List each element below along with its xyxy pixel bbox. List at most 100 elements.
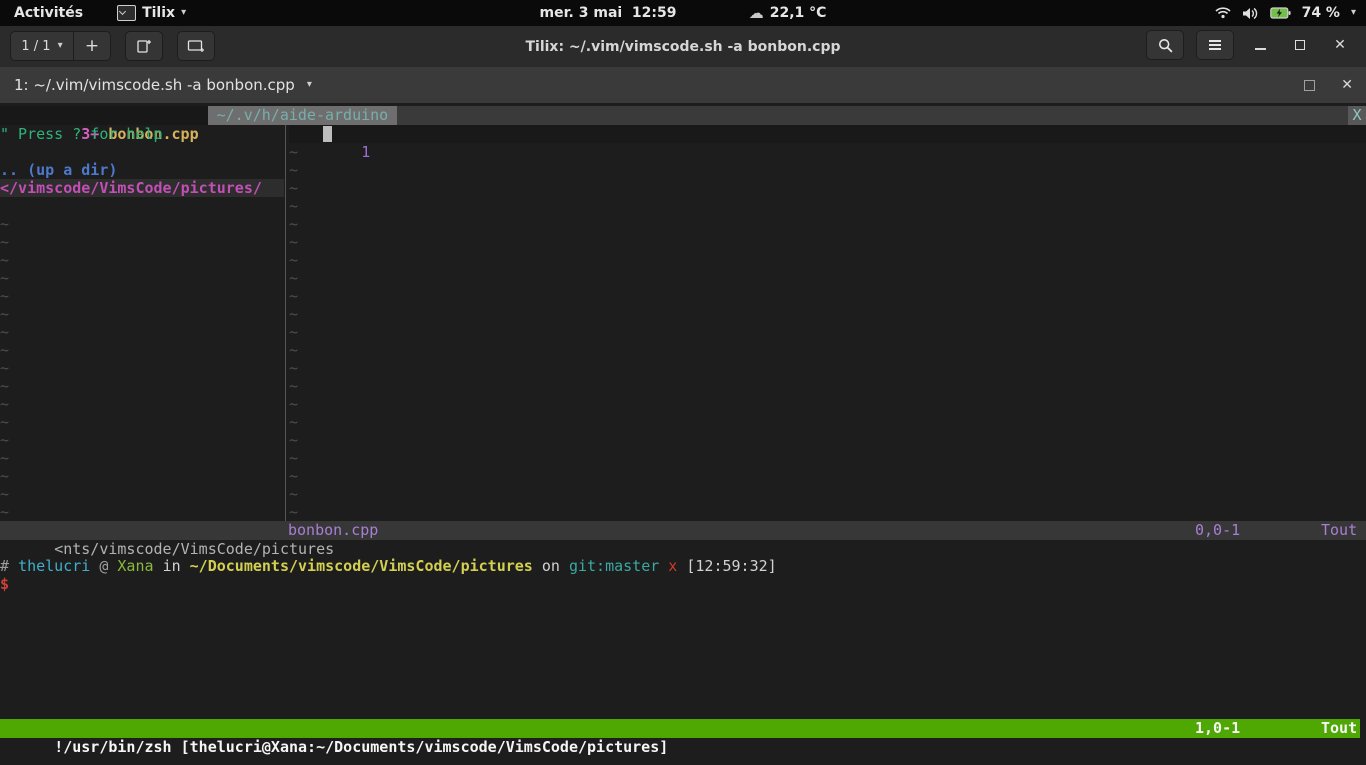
vim-window-separator[interactable] — [285, 125, 286, 521]
tilde-line: ~ — [0, 467, 284, 485]
terminal-title-label: 1: ~/.vim/vimscode.sh -a bonbon.cpp — [14, 76, 295, 94]
session-switcher-button[interactable]: 1 / 1 ▾ — [10, 31, 74, 61]
tilde-line: ~ — [0, 449, 284, 467]
vim-tab-inactive[interactable]: ~/.v/h/aide-arduino — [208, 106, 398, 125]
vim-tabline-fill — [397, 106, 1348, 125]
terminal-title-bar: 1: ~/.vim/vimscode.sh -a bonbon.cpp ▾ ✕ — [0, 67, 1366, 103]
activities-button[interactable]: Activités — [14, 5, 83, 21]
prompt-at: @ — [99, 557, 108, 575]
tilde-line: ~ — [289, 305, 1366, 323]
tilde-line: ~ — [0, 503, 284, 521]
tilde-line: ~ — [289, 143, 1366, 161]
gnome-top-bar: Activités Tilix ▾ mer. 3 mai 12:59 ☁! 22… — [0, 0, 1366, 26]
prompt-username: thelucri — [18, 557, 90, 575]
tilix-headerbar: 1 / 1 ▾ + Tilix: ~/.vim/vimscode.sh -a b… — [0, 26, 1366, 68]
tilde-line: ~ — [289, 179, 1366, 197]
minimize-button[interactable] — [1246, 31, 1274, 59]
tilde-line: ~ — [289, 413, 1366, 431]
tilde-line: ~ — [0, 341, 284, 359]
terminal-statusline-scroll: Tout — [1321, 719, 1357, 738]
split-down-icon — [187, 38, 205, 54]
tilde-line: ~ — [289, 503, 1366, 521]
minimize-icon — [1255, 48, 1266, 50]
nerdtree-root[interactable]: </vimscode/VimsCode/pictures/ — [0, 179, 284, 197]
prompt-hash: # — [0, 557, 9, 575]
maximize-terminal-button[interactable] — [1304, 80, 1315, 91]
split-terminal-right-button[interactable] — [125, 31, 163, 61]
prompt-hostname: Xana — [117, 557, 153, 575]
restore-button[interactable] — [1286, 31, 1314, 59]
tilde-line: ~ — [0, 305, 284, 323]
terminal-statusline-text: !/usr/bin/zsh [thelucri@Xana:~/Documents… — [54, 738, 668, 756]
statusline-scroll-position: Tout — [1321, 521, 1357, 540]
prompt-in-word: in — [163, 557, 181, 575]
volume-icon — [1242, 7, 1259, 20]
blank-line — [0, 197, 284, 215]
split-right-icon — [136, 38, 152, 54]
chevron-down-icon: ▾ — [58, 41, 63, 51]
tilde-line: ~ — [289, 431, 1366, 449]
chevron-down-icon: ▾ — [1351, 8, 1356, 18]
tilde-line: ~ — [0, 233, 284, 251]
screen: Activités Tilix ▾ mer. 3 mai 12:59 ☁! 22… — [0, 0, 1366, 765]
buffer-line-1: 1 — [289, 125, 1366, 143]
terminal-statusline-ruler: 1,0-1 — [1195, 719, 1240, 738]
system-status-area[interactable]: 74 % ▾ — [1215, 5, 1366, 21]
tilde-line: ~ — [0, 269, 284, 287]
temperature-label: 22,1 °C — [770, 5, 827, 21]
terminal-buffer-statusline: !/usr/bin/zsh [thelucri@Xana:~/Documents… — [0, 719, 1360, 738]
terminal-title-dropdown[interactable]: 1: ~/.vim/vimscode.sh -a bonbon.cpp ▾ — [14, 67, 312, 103]
nerdtree-help-line: " Press ? for help — [0, 125, 284, 143]
tilde-line: ~ — [289, 323, 1366, 341]
tilde-line: ~ — [289, 467, 1366, 485]
blank-line — [0, 143, 284, 161]
hamburger-icon — [1208, 39, 1222, 51]
restore-icon — [1295, 40, 1305, 50]
search-button[interactable] — [1146, 30, 1184, 60]
tilde-line: ~ — [289, 449, 1366, 467]
session-button-group: 1 / 1 ▾ + — [10, 31, 111, 61]
split-terminal-down-button[interactable] — [177, 31, 215, 61]
clock[interactable]: mer. 3 mai 12:59 — [540, 5, 677, 21]
close-terminal-button[interactable]: ✕ — [1341, 78, 1353, 92]
prompt-on-word: on — [542, 557, 560, 575]
maximize-terminal-icon — [1304, 80, 1315, 91]
session-counter: 1 / 1 — [21, 39, 50, 54]
vim-tab-active[interactable]: 3+bonbon.cpp — [0, 106, 208, 125]
shell-prompt-line: # thelucri @ Xana in ~/Documents/vimscod… — [0, 557, 777, 576]
terminal[interactable]: 3+bonbon.cpp ~/.v/h/aide-arduino X " Pre… — [0, 103, 1366, 765]
chevron-down-icon: ▾ — [181, 8, 186, 18]
vim-cursor — [323, 126, 332, 142]
search-icon — [1158, 38, 1173, 53]
new-session-button[interactable]: + — [74, 31, 111, 61]
headerbar-right-controls: ✕ — [1146, 31, 1354, 59]
tilde-line: ~ — [289, 251, 1366, 269]
vim-tabline-close-button[interactable]: X — [1348, 106, 1366, 125]
prompt-git-branch: git:master — [569, 557, 659, 575]
tilde-line: ~ — [289, 485, 1366, 503]
nerdtree-pane[interactable]: " Press ? for help .. (up a dir) </vimsc… — [0, 125, 284, 521]
battery-charging-icon — [1270, 7, 1291, 19]
prompt-timestamp: [12:59:32] — [686, 557, 776, 575]
tilde-line: ~ — [0, 377, 284, 395]
menu-button[interactable] — [1196, 30, 1234, 60]
close-window-button[interactable]: ✕ — [1326, 31, 1354, 59]
tilde-line: ~ — [0, 251, 284, 269]
prompt-git-dirty-marker: x — [668, 557, 677, 575]
nerdtree-up-dir[interactable]: .. (up a dir) — [0, 161, 284, 179]
vim-tabline: 3+bonbon.cpp ~/.v/h/aide-arduino X — [0, 106, 1366, 125]
tilde-line: ~ — [0, 359, 284, 377]
vim-buffer-pane[interactable]: 1 ~~~~~~~~~~~~~~~~~~~~~ — [289, 125, 1366, 521]
shell-prompt-char: $ — [0, 575, 9, 594]
tilix-app-icon — [117, 5, 136, 21]
tilde-line: ~ — [0, 413, 284, 431]
tilde-line: ~ — [0, 395, 284, 413]
tilde-line: ~ — [289, 215, 1366, 233]
tilde-line: ~ — [289, 395, 1366, 413]
vim-statusline: <nts/vimscode/VimsCode/pictures bonbon.c… — [0, 521, 1366, 540]
tilde-line: ~ — [289, 287, 1366, 305]
line-number: 1 — [361, 143, 370, 161]
app-menu[interactable]: Tilix ▾ — [117, 5, 186, 21]
buffer-tilde-block: ~~~~~~~~~~~~~~~~~~~~~ — [289, 143, 1366, 521]
close-icon: ✕ — [1334, 38, 1346, 52]
